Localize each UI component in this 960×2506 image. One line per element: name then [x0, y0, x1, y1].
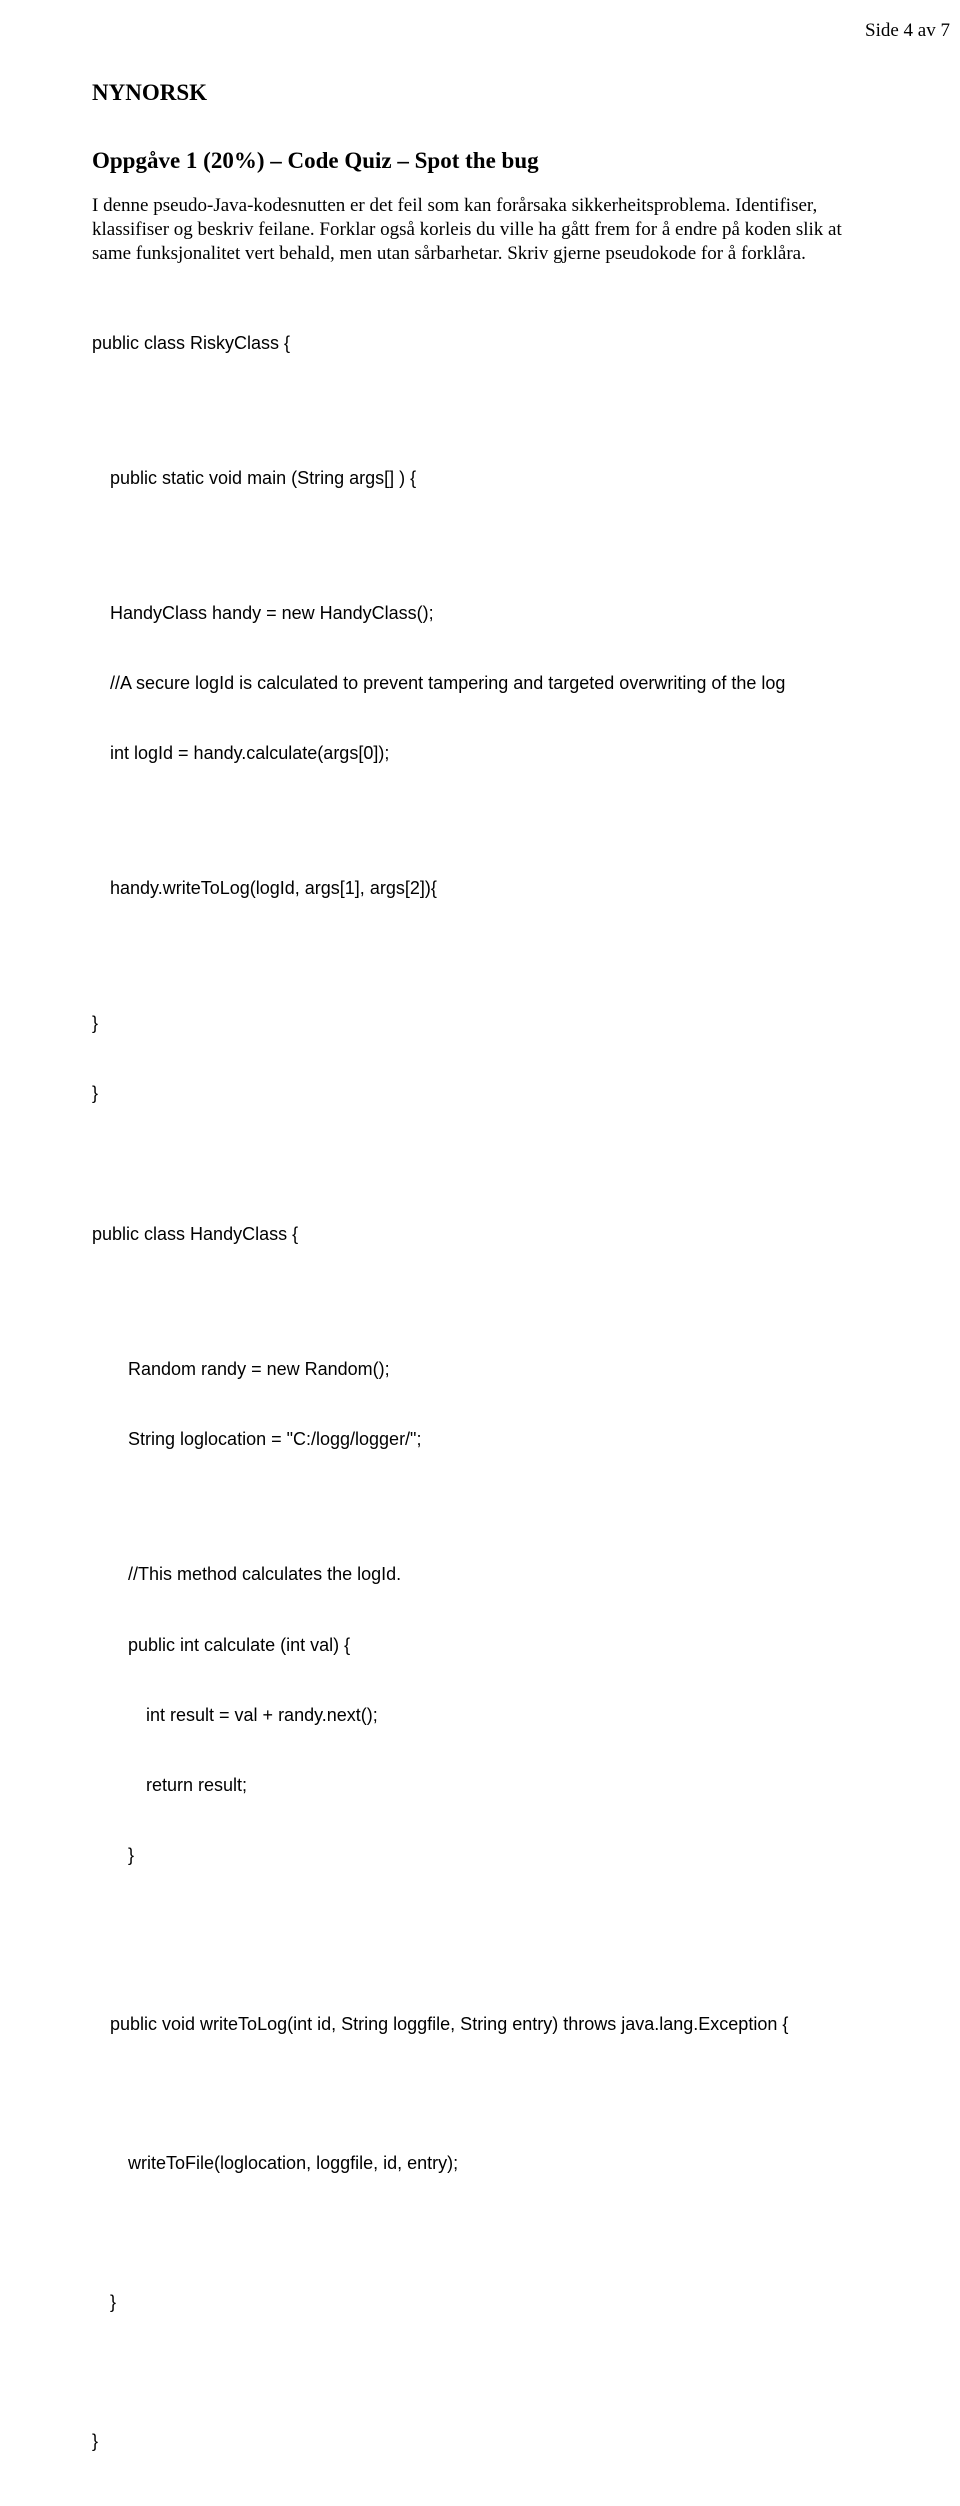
- code-line: HandyClass handy = new HandyClass();: [92, 602, 868, 625]
- code-line: int logId = handy.calculate(args[0]);: [92, 742, 868, 765]
- code-line: }: [92, 1012, 868, 1035]
- language-tag: NYNORSK: [92, 80, 868, 106]
- code-line: int result = val + randy.next();: [92, 1704, 868, 1727]
- code-line: public static void main (String args[] )…: [92, 467, 868, 490]
- page-number: Side 4 av 7: [865, 20, 950, 42]
- code-block-riskyclass: public class RiskyClass { public static …: [92, 285, 868, 1152]
- task-title: Oppgåve 1 (20%) – Code Quiz – Spot the b…: [92, 148, 868, 174]
- code-line: handy.writeToLog(logId, args[1], args[2]…: [92, 877, 868, 900]
- code-line: Random randy = new Random();: [92, 1358, 868, 1381]
- page: Side 4 av 7 NYNORSK Oppgåve 1 (20%) – Co…: [0, 0, 960, 2506]
- code-line: //A secure logId is calculated to preven…: [92, 672, 868, 695]
- code-line: return result;: [92, 1774, 868, 1797]
- code-line: }: [92, 2430, 868, 2453]
- code-block-handyclass: public class HandyClass { Random randy =…: [92, 1177, 868, 1915]
- code-line: public void writeToLog(int id, String lo…: [92, 2013, 868, 2036]
- code-line: }: [92, 1844, 868, 1867]
- code-block-writetolog: public void writeToLog(int id, String lo…: [92, 1966, 868, 2500]
- code-line: public class RiskyClass {: [92, 332, 868, 355]
- code-line: }: [92, 2291, 868, 2314]
- code-line: //This method calculates the logId.: [92, 1563, 868, 1586]
- code-line: writeToFile(loglocation, loggfile, id, e…: [92, 2152, 868, 2175]
- code-line: public int calculate (int val) {: [92, 1634, 868, 1657]
- code-line: }: [92, 1082, 868, 1105]
- task-intro: I denne pseudo-Java-kodesnutten er det f…: [92, 194, 868, 265]
- code-line: String loglocation = "C:/logg/logger/";: [92, 1428, 868, 1451]
- code-line: public class HandyClass {: [92, 1223, 868, 1246]
